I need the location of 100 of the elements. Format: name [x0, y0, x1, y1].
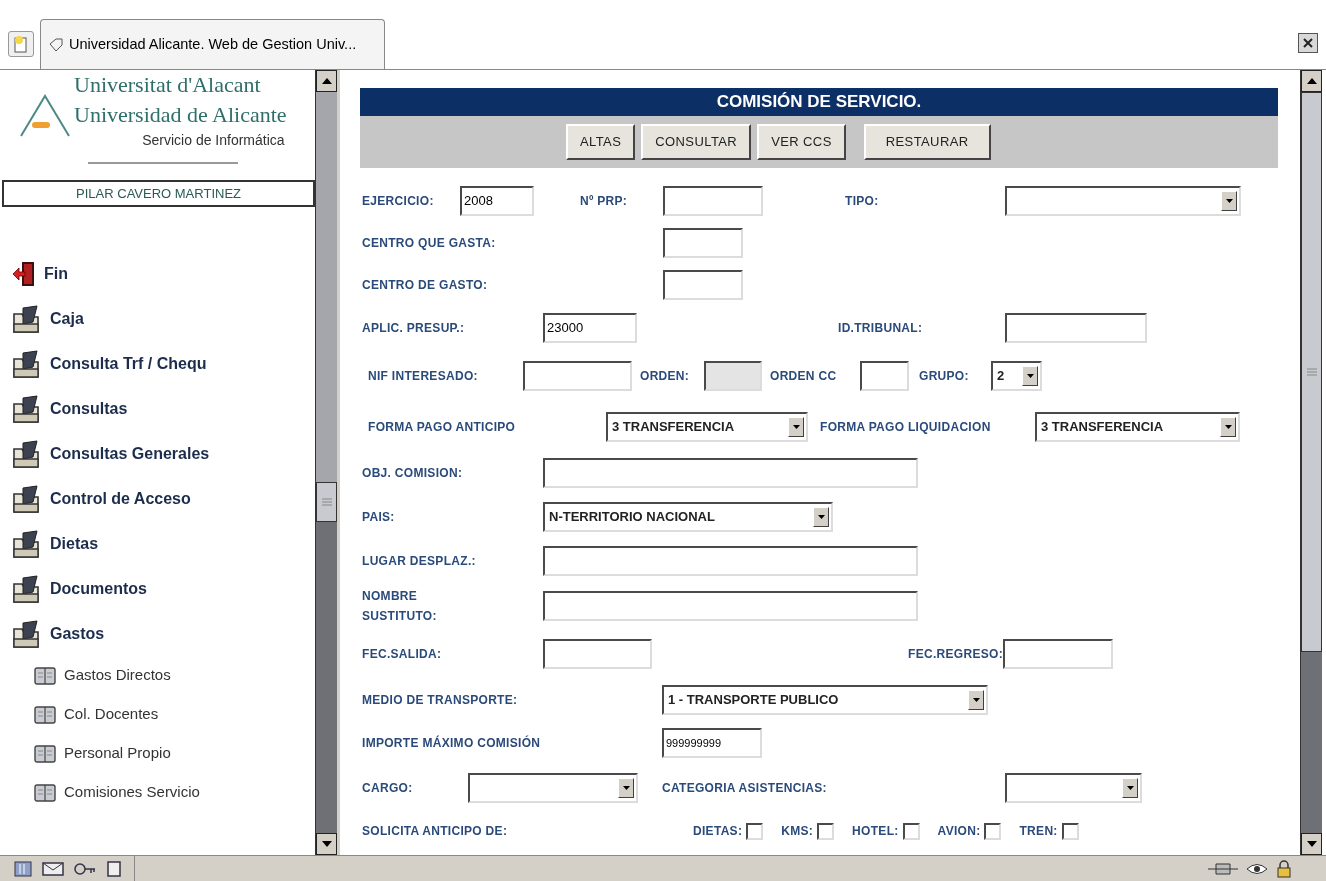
- scrollbar-thumb[interactable]: [1301, 92, 1322, 652]
- field-label: NIF INTERESADO:: [368, 368, 479, 385]
- field-label: FORMA PAGO ANTICIPO: [368, 418, 517, 436]
- browser-tab[interactable]: Universidad Alicante. Web de Gestion Univ...: [40, 19, 385, 69]
- toolbar-button[interactable]: ALTAS: [566, 124, 636, 160]
- toolbar-button[interactable]: VER CCS: [757, 124, 846, 160]
- scroll-down-button[interactable]: [1301, 833, 1322, 855]
- logo-text: Universitat d'Alacant: [74, 71, 262, 99]
- toolbar-button[interactable]: CONSULTAR: [641, 124, 752, 160]
- user-name-box: PILAR CAVERO MARTINEZ: [2, 180, 316, 207]
- scrollbar-thumb[interactable]: [316, 482, 337, 522]
- mail-icon[interactable]: [42, 860, 64, 877]
- menu-item[interactable]: Consulta Trf / Chequ: [50, 351, 207, 376]
- dropdown[interactable]: 2: [991, 361, 1042, 391]
- input-field[interactable]: [860, 361, 909, 391]
- checkbox-label: HOTEL:: [852, 823, 899, 840]
- folder-icon: [12, 573, 42, 604]
- document-icon[interactable]: [106, 860, 122, 877]
- submenu-item[interactable]: Comisiones Servicio: [64, 781, 200, 804]
- document-icon: [34, 705, 56, 724]
- checkbox[interactable]: [1061, 822, 1079, 840]
- dropdown[interactable]: 3 TRANSFERENCIA: [1035, 411, 1240, 442]
- input-field[interactable]: [663, 269, 743, 300]
- field-label: CARGO:: [362, 780, 414, 797]
- dropdown[interactable]: [1005, 186, 1241, 216]
- dropdown[interactable]: 1 - TRANSPORTE PUBLICO: [662, 685, 988, 715]
- menu-item[interactable]: Fin: [44, 261, 68, 286]
- field-label: LUGAR DESPLAZ.:: [362, 552, 477, 570]
- folder-icon: [12, 528, 42, 559]
- scrollbar[interactable]: [315, 70, 337, 855]
- input-field[interactable]: [1005, 312, 1147, 343]
- menu-item[interactable]: Gastos: [50, 621, 105, 646]
- submenu-item[interactable]: Personal Propio: [64, 742, 171, 765]
- dropdown[interactable]: [468, 773, 638, 803]
- scroll-up-button[interactable]: [1301, 70, 1322, 92]
- field-label: CATEGORIA ASISTENCIAS:: [662, 780, 828, 797]
- input-field[interactable]: [663, 186, 763, 216]
- scroll-down-button[interactable]: [316, 833, 337, 855]
- field-label: FEC.SALIDA:: [362, 645, 443, 663]
- input-field[interactable]: [523, 361, 632, 391]
- field-label: GRUPO:: [919, 368, 970, 385]
- checkbox[interactable]: [817, 822, 835, 840]
- input-field[interactable]: [543, 458, 918, 488]
- field-label: OBJ. COMISION:: [362, 465, 464, 482]
- input-field[interactable]: 23000: [543, 312, 637, 343]
- caret-icon: [1221, 191, 1237, 211]
- field-label: TIPO:: [845, 193, 880, 210]
- checkbox[interactable]: [746, 822, 764, 840]
- caret-icon: [813, 507, 829, 527]
- checkbox[interactable]: [984, 822, 1002, 840]
- menu-item[interactable]: Dietas: [50, 531, 99, 556]
- input-field[interactable]: 999999999: [662, 728, 762, 758]
- folder-icon: [12, 438, 42, 469]
- input-field[interactable]: [663, 228, 743, 258]
- input-field[interactable]: 2008: [460, 186, 534, 216]
- caret-icon: [968, 690, 984, 710]
- tag-icon: [49, 37, 63, 52]
- menu-item[interactable]: Control de Acceso: [50, 486, 191, 511]
- logo-text: Universidad de Alicante: [74, 101, 287, 129]
- menu-item[interactable]: Documentos: [50, 576, 147, 601]
- up-arrow-icon: [321, 78, 332, 84]
- field-label: ID.TRIBUNAL:: [838, 319, 924, 337]
- field-label: ORDEN:: [640, 368, 691, 385]
- logo-triangle-icon: [18, 92, 72, 138]
- book-icon[interactable]: [14, 860, 32, 877]
- document-icon: [34, 744, 56, 763]
- submenu-item[interactable]: Col. Docentes: [64, 703, 159, 726]
- dropdown[interactable]: [1005, 773, 1142, 803]
- input-field[interactable]: [1003, 638, 1113, 669]
- field-label: ORDEN CC: [770, 368, 838, 385]
- input-field[interactable]: [543, 638, 652, 669]
- scrollbar[interactable]: [1300, 70, 1322, 855]
- input-field[interactable]: [543, 545, 918, 576]
- field-label: PAIS:: [362, 509, 396, 526]
- folder-icon: [12, 618, 42, 649]
- dropdown[interactable]: N-TERRITORIO NACIONAL: [543, 502, 833, 532]
- scroll-up-button[interactable]: [316, 70, 337, 92]
- caret-icon: [1022, 366, 1038, 386]
- checkbox-label: AVION:: [937, 823, 981, 840]
- folder-icon: [12, 393, 42, 424]
- caret-icon: [1220, 416, 1236, 437]
- field-label: APLIC. PRESUP.:: [362, 319, 466, 337]
- caret-icon: [618, 778, 634, 798]
- checkbox-label: DIETAS:: [693, 823, 743, 840]
- dropdown[interactable]: 3 TRANSFERENCIA: [606, 411, 808, 442]
- toolbar-button[interactable]: RESTAURAR: [863, 124, 991, 160]
- menu-item[interactable]: Caja: [50, 306, 84, 331]
- document-icon: [34, 783, 56, 802]
- field-label: SOLICITA ANTICIPO DE:: [362, 823, 509, 840]
- input-field[interactable]: [543, 590, 918, 621]
- field-label: IMPORTE MÁXIMO COMISIÓN: [362, 734, 542, 752]
- connection-icon: [1208, 860, 1238, 877]
- key-icon[interactable]: [74, 860, 96, 877]
- menu-item[interactable]: Consultas: [50, 396, 128, 421]
- up-arrow-icon: [1306, 78, 1317, 84]
- close-button[interactable]: [1298, 33, 1318, 53]
- checkbox[interactable]: [902, 822, 920, 840]
- submenu-item[interactable]: Gastos Directos: [64, 664, 171, 687]
- menu-item[interactable]: Consultas Generales: [50, 441, 210, 466]
- down-arrow-icon: [1306, 841, 1317, 847]
